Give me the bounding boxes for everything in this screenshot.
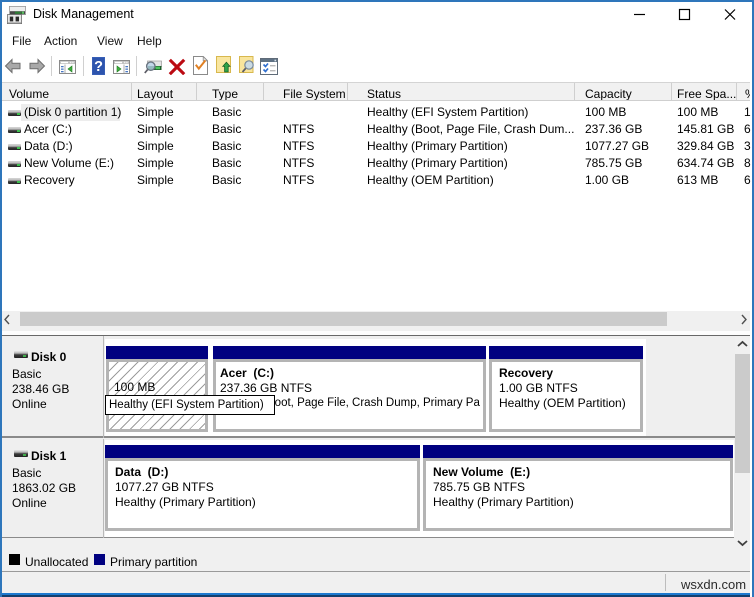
svg-text:?: ? bbox=[94, 59, 103, 75]
